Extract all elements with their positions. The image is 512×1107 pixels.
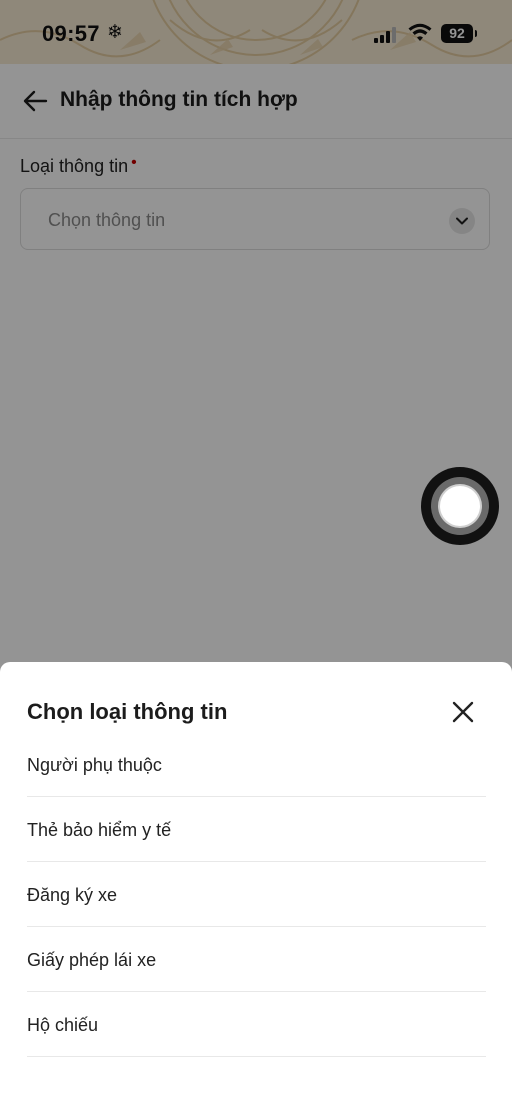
option-driving-license[interactable]: Giấy phép lái xe — [27, 927, 486, 992]
option-health-insurance-card[interactable]: Thẻ bảo hiểm y tế — [27, 797, 486, 862]
assistive-touch-dot — [440, 486, 480, 526]
option-passport[interactable]: Hộ chiếu — [27, 992, 486, 1057]
option-label: Người phụ thuộc — [27, 755, 162, 775]
option-vehicle-registration[interactable]: Đăng ký xe — [27, 862, 486, 927]
sheet-title: Chọn loại thông tin — [27, 699, 228, 724]
option-label: Đăng ký xe — [27, 885, 118, 905]
assistive-touch-button[interactable] — [421, 467, 499, 545]
close-icon[interactable] — [448, 697, 478, 727]
option-label: Hộ chiếu — [27, 1015, 99, 1035]
option-dependent[interactable]: Người phụ thuộc — [27, 732, 486, 797]
option-list: Người phụ thuộc Thẻ bảo hiểm y tế Đăng k… — [27, 732, 486, 1057]
option-label: Giấy phép lái xe — [27, 950, 157, 970]
bottom-sheet: Chọn loại thông tin Người phụ thuộc Thẻ … — [0, 662, 512, 1107]
option-label: Thẻ bảo hiểm y tế — [27, 820, 172, 840]
